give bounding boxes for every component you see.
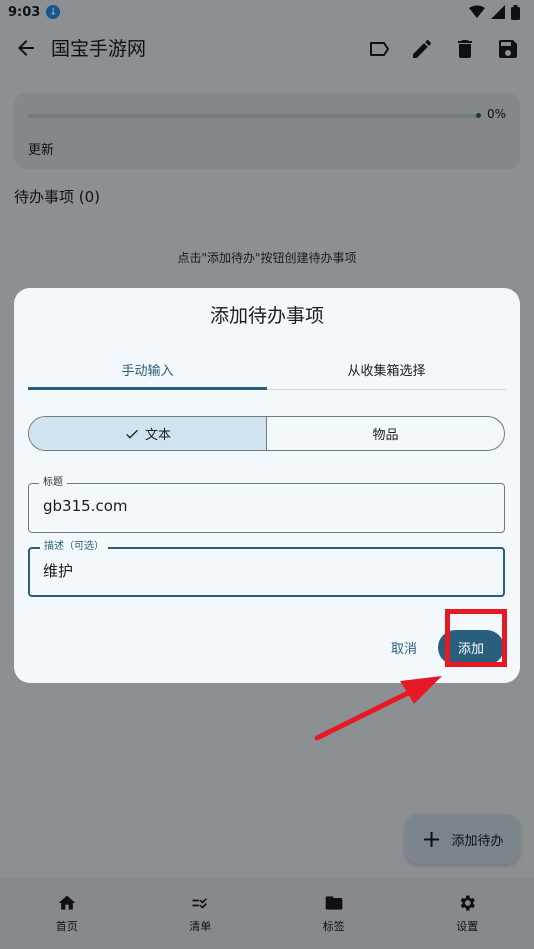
tab-manual-input[interactable]: 手动输入 [28, 350, 267, 390]
description-field[interactable]: 描述（可选） [28, 540, 505, 597]
highlight-box [445, 609, 507, 667]
check-icon [126, 429, 138, 439]
dialog-title: 添加待办事项 [209, 305, 324, 327]
title-input[interactable] [43, 497, 483, 515]
cancel-button[interactable]: 取消 [391, 638, 417, 657]
segment-text-label: 文本 [144, 428, 171, 443]
segment-text[interactable]: 文本 [29, 417, 267, 450]
description-input[interactable] [43, 561, 483, 579]
segment-item[interactable]: 物品 [267, 417, 504, 450]
dialog-tabs: 手动输入 从收集箱选择 [28, 350, 506, 390]
title-field[interactable]: 标题 [28, 476, 505, 533]
tab-select-from-inbox[interactable]: 从收集箱选择 [267, 350, 506, 389]
type-segmented-control: 文本 物品 [28, 416, 505, 451]
segment-item-label: 物品 [372, 428, 399, 443]
title-field-label: 标题 [39, 476, 67, 490]
description-field-label: 描述（可选） [40, 540, 108, 554]
